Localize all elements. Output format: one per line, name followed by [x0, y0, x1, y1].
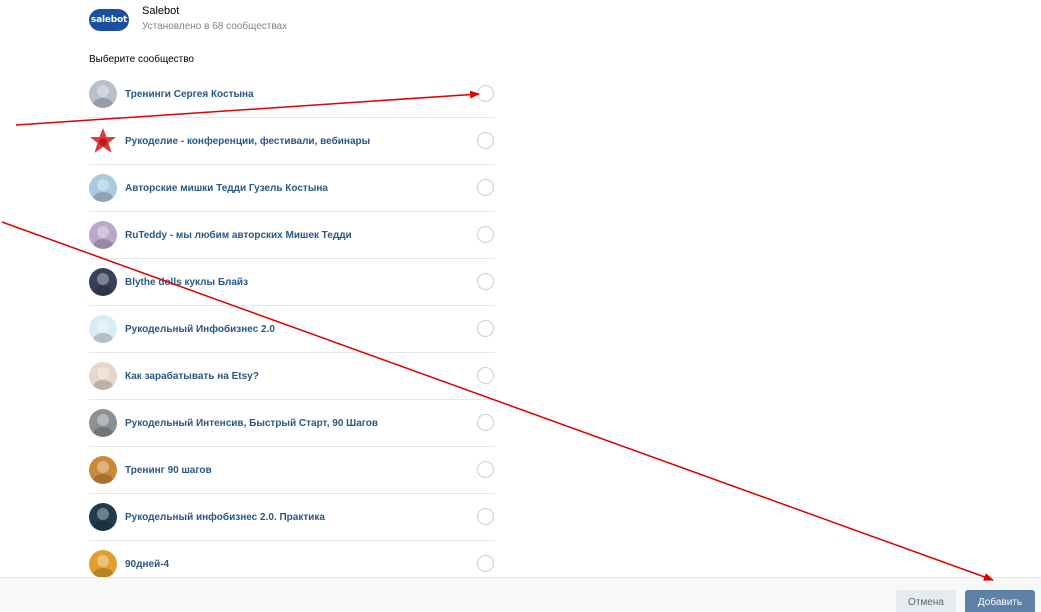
- community-radio[interactable]: [477, 414, 494, 431]
- community-radio[interactable]: [477, 132, 494, 149]
- community-row[interactable]: Blythe dolls куклы Блайз: [89, 259, 495, 306]
- community-radio[interactable]: [477, 508, 494, 525]
- community-name: Тренинг 90 шагов: [125, 464, 212, 476]
- community-name: Рукодельный инфобизнес 2.0. Практика: [125, 511, 325, 523]
- app-info: Salebot Установлено в 68 сообществах: [142, 4, 287, 34]
- doll-icon: [89, 268, 117, 296]
- community-row[interactable]: Рукодельный Интенсив, Быстрый Старт, 90 …: [89, 400, 495, 447]
- community-row[interactable]: RuTeddy - мы любим авторских Мишек Тедди: [89, 212, 495, 259]
- community-radio[interactable]: [477, 273, 494, 290]
- salebot-logo-icon: salebot: [89, 9, 129, 31]
- community-radio[interactable]: [477, 320, 494, 337]
- community-radio[interactable]: [477, 555, 494, 572]
- app-header: salebot Salebot Установлено в 68 сообщес…: [89, 4, 287, 34]
- workspace-icon: [89, 409, 117, 437]
- teddy-bear-icon: [89, 174, 117, 202]
- community-radio[interactable]: [477, 367, 494, 384]
- community-list: Тренинги Сергея Костына Рукоделие - конфе…: [89, 71, 495, 588]
- community-radio[interactable]: [477, 226, 494, 243]
- add-button[interactable]: Добавить: [965, 590, 1035, 612]
- community-name: Blythe dolls куклы Блайз: [125, 276, 249, 288]
- teddy-bear-icon: [89, 221, 117, 249]
- community-name: 90дней-4: [125, 558, 170, 570]
- red-star-icon: [89, 127, 117, 155]
- app-install-count: Установлено в 68 сообществах: [142, 21, 288, 32]
- community-row[interactable]: Как зарабатывать на Etsy?: [89, 353, 495, 400]
- community-name: Тренинги Сергея Костына: [125, 88, 254, 100]
- community-name: Рукодельный Инфобизнес 2.0: [125, 323, 275, 335]
- community-radio[interactable]: [477, 179, 494, 196]
- community-row[interactable]: Рукодельный Инфобизнес 2.0: [89, 306, 495, 353]
- sunset-people-icon: [89, 550, 117, 578]
- community-name: Как зарабатывать на Etsy?: [125, 370, 259, 382]
- community-row[interactable]: Тренинг 90 шагов: [89, 447, 495, 494]
- sunset-people-icon: [89, 456, 117, 484]
- snowman-icon: [89, 315, 117, 343]
- community-row[interactable]: Рукодельный инфобизнес 2.0. Практика: [89, 494, 495, 541]
- community-row[interactable]: Тренинги Сергея Костына: [89, 71, 495, 118]
- dialog-footer: Отмена Добавить: [0, 577, 1041, 612]
- community-name: RuTeddy - мы любим авторских Мишек Тедди: [125, 229, 352, 241]
- app-install-dialog: salebot Salebot Установлено в 68 сообщес…: [0, 0, 1041, 612]
- text-logo-icon: [89, 503, 117, 531]
- community-name: Авторские мишки Тедди Гузель Костына: [125, 182, 328, 194]
- cancel-button[interactable]: Отмена: [896, 590, 956, 612]
- choose-community-label: Выберите сообщество: [89, 54, 194, 65]
- community-radio[interactable]: [477, 85, 494, 102]
- community-radio[interactable]: [477, 461, 494, 478]
- community-name: Рукоделие - конференции, фестивали, веби…: [125, 135, 371, 147]
- community-row[interactable]: Авторские мишки Тедди Гузель Костына: [89, 165, 495, 212]
- etsy-logo-icon: [89, 362, 117, 390]
- person-avatar-icon: [89, 80, 117, 108]
- community-name: Рукодельный Интенсив, Быстрый Старт, 90 …: [125, 417, 379, 429]
- app-name: Salebot: [142, 5, 180, 17]
- community-row[interactable]: Рукоделие - конференции, фестивали, веби…: [89, 118, 495, 165]
